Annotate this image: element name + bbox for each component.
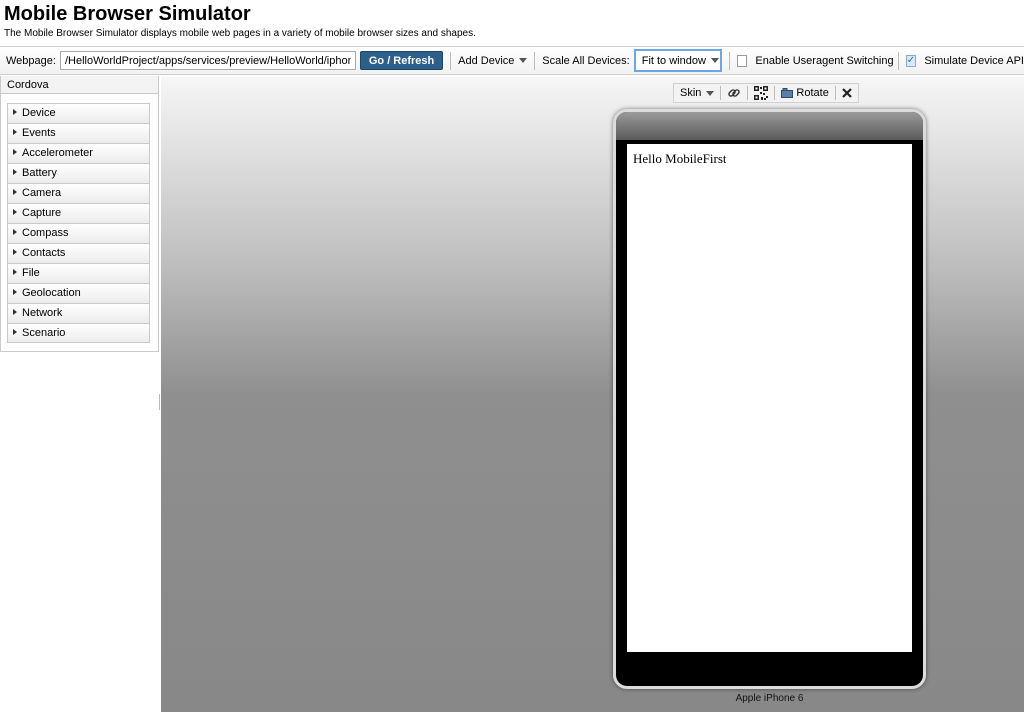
rotate-icon <box>781 88 794 98</box>
main-toolbar: Webpage: Go / Refresh Add Device Scale A… <box>0 46 1024 75</box>
app-title: Mobile Browser Simulator <box>4 3 251 25</box>
rotate-label: Rotate <box>796 87 829 99</box>
useragent-checkbox[interactable] <box>736 54 748 67</box>
toolbar-divider <box>747 86 749 100</box>
sidebar-title: Cordova <box>1 76 158 94</box>
app-subtitle: The Mobile Browser Simulator displays mo… <box>4 28 476 39</box>
sidebar-item-geolocation[interactable]: Geolocation <box>7 283 150 303</box>
close-device-button[interactable] <box>842 88 852 98</box>
useragent-label: Enable Useragent Switching <box>755 54 894 67</box>
sidebar-item-contacts[interactable]: Contacts <box>7 243 150 263</box>
add-device-label: Add Device <box>458 54 515 67</box>
expand-arrow-icon <box>13 269 17 275</box>
scale-select-value: Fit to window <box>641 54 706 67</box>
sidebar-item-label: Scenario <box>22 327 66 339</box>
device-name-label: Apple iPhone 6 <box>735 693 804 704</box>
sidebar-item-scenario[interactable]: Scenario <box>7 323 150 343</box>
sidebar-item-label: Contacts <box>22 247 66 259</box>
sidebar-item-label: Events <box>22 127 56 139</box>
api-sidebar: Cordova Device Events Accelerometer Batt… <box>0 76 159 352</box>
page-content-text: Hello MobileFirst <box>633 151 727 166</box>
sidebar-item-capture[interactable]: Capture <box>7 203 150 223</box>
sidebar-item-battery[interactable]: Battery <box>7 163 150 183</box>
rotate-button[interactable]: Rotate <box>781 87 829 99</box>
close-icon <box>842 88 852 98</box>
sidebar-item-file[interactable]: File <box>7 263 150 283</box>
expand-arrow-icon <box>13 129 17 135</box>
toolbar-divider <box>534 51 536 70</box>
link-button[interactable] <box>727 86 741 100</box>
toolbar-divider <box>450 51 452 70</box>
sidebar-item-accelerometer[interactable]: Accelerometer <box>7 143 150 163</box>
sidebar-item-camera[interactable]: Camera <box>7 183 150 203</box>
expand-arrow-icon <box>13 289 17 295</box>
scale-select[interactable]: Fit to window <box>633 49 722 72</box>
expand-arrow-icon <box>13 149 17 155</box>
device-frame-gloss <box>616 112 923 140</box>
sidebar-item-label: Device <box>22 107 56 119</box>
expand-arrow-icon <box>13 229 17 235</box>
sidebar-item-label: Accelerometer <box>22 147 93 159</box>
expand-arrow-icon <box>13 109 17 115</box>
sidebar-item-events[interactable]: Events <box>7 123 150 143</box>
device-screen[interactable]: Hello MobileFirst <box>625 142 914 654</box>
app-header: Mobile Browser Simulator The Mobile Brow… <box>0 0 1024 44</box>
expand-arrow-icon <box>13 309 17 315</box>
expand-arrow-icon <box>13 329 17 335</box>
sidebar-item-label: Camera <box>22 187 62 199</box>
toolbar-divider <box>720 86 722 100</box>
qr-code-button[interactable] <box>754 86 769 100</box>
add-device-dropdown[interactable]: Add Device <box>458 54 528 67</box>
sidebar-item-label: Capture <box>22 207 62 219</box>
device-toolbar: Skin Rotate <box>673 83 859 103</box>
webpage-label: Webpage: <box>6 54 56 67</box>
skin-dropdown[interactable]: Skin <box>680 87 715 99</box>
toolbar-divider <box>897 51 899 70</box>
device-stage: Skin Rotate Hello MobileFirst Apple iPho… <box>161 77 1024 712</box>
skin-label: Skin <box>680 87 702 99</box>
sidebar-item-label: Geolocation <box>22 287 81 299</box>
expand-arrow-icon <box>13 209 17 215</box>
webpage-url-input[interactable] <box>59 51 356 70</box>
sidebar-item-device[interactable]: Device <box>7 103 150 123</box>
device-frame: Hello MobileFirst <box>613 109 926 689</box>
sidebar-item-label: Battery <box>22 167 57 179</box>
expand-arrow-icon <box>13 189 17 195</box>
chevron-down-icon <box>519 58 528 63</box>
simulate-api-label: Simulate Device API <box>924 54 1024 67</box>
toolbar-divider <box>774 86 776 100</box>
toolbar-divider <box>728 51 730 70</box>
chevron-down-icon <box>710 58 719 63</box>
sidebar-item-label: Network <box>22 307 63 319</box>
toolbar-divider <box>834 86 836 100</box>
expand-arrow-icon <box>13 249 17 255</box>
api-list: Device Events Accelerometer Battery Came… <box>1 94 158 343</box>
link-icon <box>728 89 741 97</box>
expand-arrow-icon <box>13 169 17 175</box>
go-refresh-button[interactable]: Go / Refresh <box>359 51 444 70</box>
sidebar-item-network[interactable]: Network <box>7 303 150 323</box>
sidebar-item-compass[interactable]: Compass <box>7 223 150 243</box>
qr-code-icon <box>754 86 769 100</box>
chevron-down-icon <box>706 90 715 96</box>
simulate-api-checkbox[interactable]: ✓ <box>905 54 917 67</box>
scale-all-label: Scale All Devices: <box>542 54 630 67</box>
sidebar-item-label: Compass <box>22 227 69 239</box>
sidebar-item-label: File <box>22 267 40 279</box>
